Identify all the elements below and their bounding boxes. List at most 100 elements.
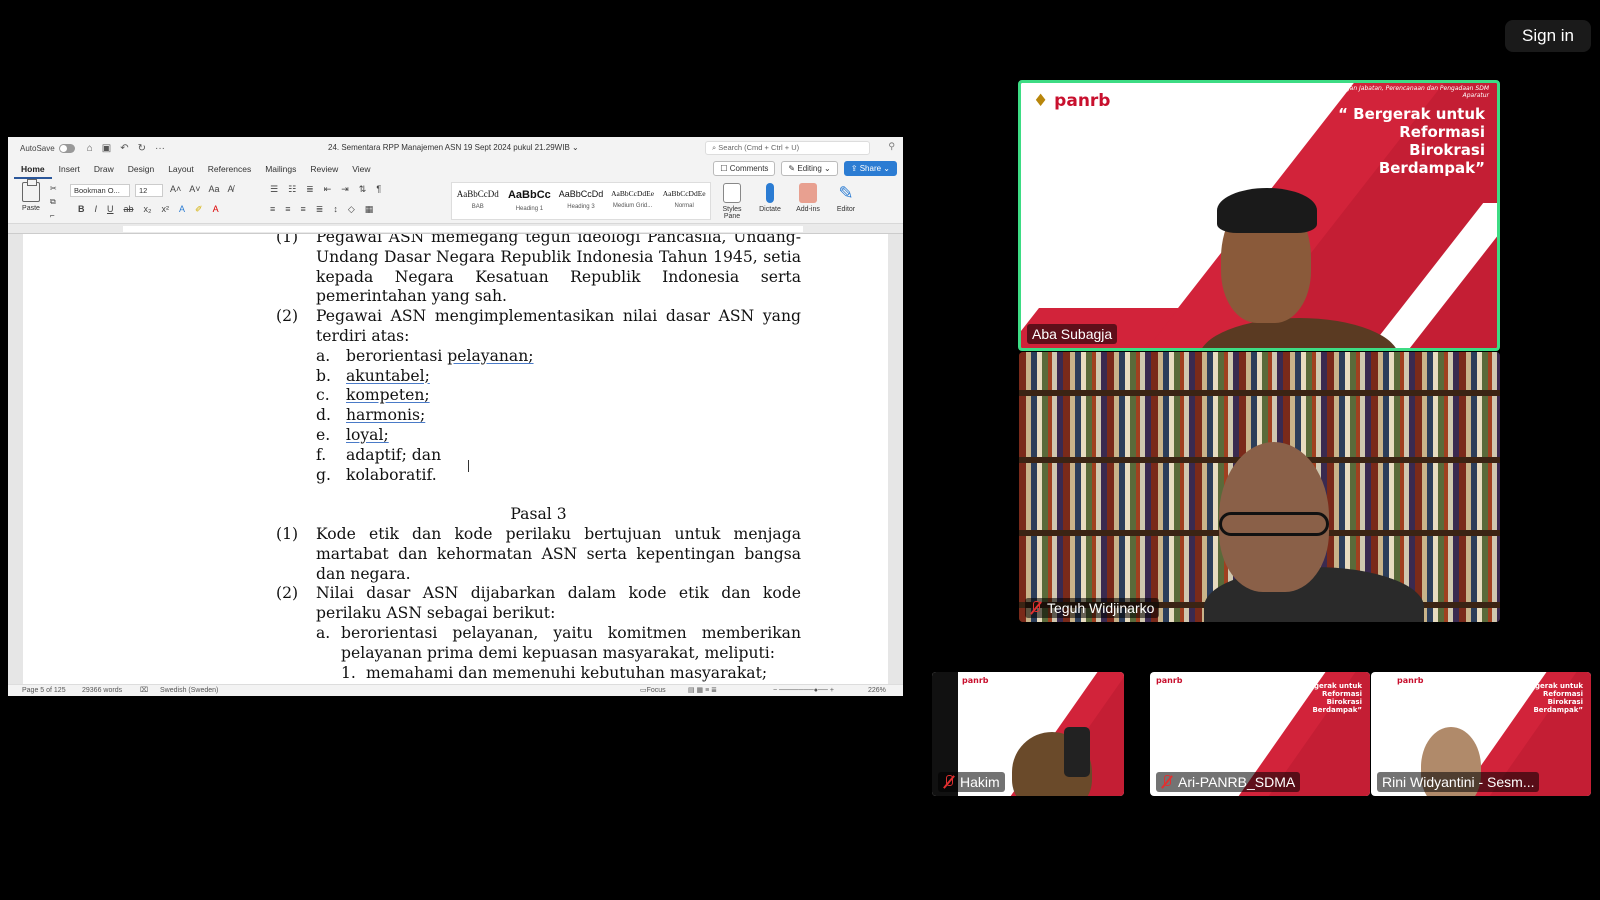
paragraph-number: (1) — [276, 524, 299, 543]
font-name-select[interactable]: Bookman O... — [70, 184, 130, 197]
grow-font-icon[interactable]: A˄ — [170, 184, 181, 194]
share-label: Share — [859, 164, 882, 173]
format-painter-icon[interactable]: ⌐ — [50, 211, 57, 220]
pilcrow-icon[interactable]: ¶ — [376, 184, 381, 195]
strikethrough-icon[interactable]: ab — [124, 204, 134, 215]
list-item: d. harmonis; — [316, 406, 801, 426]
tab-layout[interactable]: Layout — [161, 164, 201, 179]
clear-format-icon[interactable]: A̸ — [228, 184, 234, 194]
comments-button[interactable]: ☐ Comments — [713, 161, 776, 176]
tab-references[interactable]: References — [201, 164, 258, 179]
save-icon[interactable]: ▣ — [102, 143, 111, 154]
style-sample: AaBbCcDdEe — [611, 189, 655, 198]
focus-button[interactable]: ▭ Focus — [640, 685, 666, 696]
tab-draw[interactable]: Draw — [87, 164, 121, 179]
ruler[interactable] — [8, 224, 903, 234]
collaborate-icon[interactable]: ⚲ — [888, 141, 895, 152]
underline-icon[interactable]: U — [107, 204, 114, 215]
justify-icon[interactable]: ≣ — [316, 204, 324, 215]
redo-icon[interactable]: ↻ — [138, 143, 146, 154]
tab-insert[interactable]: Insert — [52, 164, 87, 179]
highlight-icon[interactable]: ✐ — [195, 204, 203, 215]
align-center-icon[interactable]: ≡ — [285, 204, 290, 215]
list-item: c. kompeten; — [316, 386, 801, 406]
status-bar: Page 5 of 125 29366 words ⌧ Swedish (Swe… — [8, 684, 903, 696]
home-icon[interactable]: ⌂ — [87, 143, 93, 154]
align-right-icon[interactable]: ≡ — [301, 204, 306, 215]
autosave-toggle[interactable]: AutoSave — [20, 143, 75, 153]
tab-design[interactable]: Design — [121, 164, 161, 179]
word-count[interactable]: 29366 words — [82, 685, 122, 696]
paste-button[interactable]: Paste — [18, 179, 44, 212]
video-tile-active-speaker[interactable]: ♦ panrb Asisten Deputi Perancangan Jabat… — [1018, 80, 1500, 351]
page-count[interactable]: Page 5 of 125 — [22, 685, 66, 696]
font-color-icon[interactable]: A — [213, 204, 219, 215]
tab-view[interactable]: View — [345, 164, 377, 179]
borders-icon[interactable]: ▦ — [365, 204, 374, 215]
editor-label: Editor — [836, 206, 856, 213]
dictate-button[interactable]: Dictate — [753, 183, 787, 213]
search-icon: ⌕ — [712, 143, 717, 152]
zoom-slider[interactable]: − ───────●── + — [773, 685, 834, 696]
list-text-underlined: pelayanan; — [447, 346, 534, 365]
document-text[interactable]: (1) Pegawai ASN memegang teguh ideologi … — [276, 234, 801, 683]
participant-name: Ari-PANRB_SDMA — [1178, 774, 1296, 790]
share-button[interactable]: ⇪ Share ⌄ — [843, 161, 897, 176]
slogan-line: “Bergerak untuk — [1516, 682, 1583, 690]
style-bab[interactable]: AaBbCcDd BAB — [452, 183, 504, 219]
view-buttons[interactable]: ▤ ▦ ≡ ≣ — [688, 685, 717, 696]
cut-icon[interactable]: ✂ — [50, 184, 57, 193]
bold-icon[interactable]: B — [78, 204, 85, 215]
video-tile-participant[interactable]: panrb “Bergerak untuk Reformasi Birokras… — [1371, 672, 1591, 796]
document-area[interactable]: (1) Pegawai ASN memegang teguh ideologi … — [8, 234, 903, 684]
addins-label: Add-ins — [796, 206, 820, 213]
styles-pane-button[interactable]: Styles Pane — [715, 183, 749, 220]
style-heading3[interactable]: AaBbCcDd Heading 3 — [555, 183, 607, 219]
search-box[interactable]: ⌕ Search (Cmd + Ctrl + U) — [705, 141, 870, 155]
video-tile-participant[interactable]: Teguh Widjinarko — [1019, 352, 1500, 622]
font-size-select[interactable]: 12 — [135, 184, 163, 197]
list-text: berorientasi pelayanan, yaitu komitmen m… — [341, 623, 801, 662]
proofing-icon[interactable]: ⌧ — [140, 685, 148, 696]
bullets-icon[interactable]: ☰ — [270, 184, 278, 195]
text-effects-icon[interactable]: A — [179, 204, 185, 215]
document-title[interactable]: 24. Sementara RPP Manajemen ASN 19 Sept … — [328, 137, 579, 159]
sign-in-button[interactable]: Sign in — [1505, 20, 1591, 52]
increase-indent-icon[interactable]: ⇥ — [341, 184, 349, 195]
multilevel-icon[interactable]: ≣ — [306, 184, 314, 195]
style-heading1[interactable]: AaBbCc Heading 1 — [504, 183, 556, 219]
styles-gallery[interactable]: AaBbCcDd BAB AaBbCc Heading 1 AaBbCcDd Head… — [451, 182, 711, 220]
editing-button[interactable]: ✎ Editing ⌄ — [781, 161, 838, 176]
shrink-font-icon[interactable]: A˅ — [189, 184, 200, 194]
video-tile-participant[interactable]: panrb Hakim — [932, 672, 1124, 796]
zoom-level[interactable]: 226% — [868, 685, 886, 696]
paragraph-body: Pegawai ASN memegang teguh ideologi Panc… — [316, 234, 801, 306]
tab-home[interactable]: Home — [14, 164, 52, 179]
slogan-line: “ Bergerak untuk — [1338, 105, 1485, 123]
subscript-icon[interactable]: x₂ — [144, 204, 152, 215]
dictate-label: Dictate — [759, 206, 781, 213]
undo-icon[interactable]: ↶ — [120, 143, 128, 154]
tab-review[interactable]: Review — [303, 164, 345, 179]
editor-button[interactable]: ✎ Editor — [829, 183, 863, 213]
style-medium-grid[interactable]: AaBbCcDdEe Medium Grid... — [607, 183, 659, 219]
copy-icon[interactable]: ⧉ — [50, 197, 57, 207]
shading-icon[interactable]: ◇ — [348, 204, 355, 215]
italic-icon[interactable]: I — [95, 204, 98, 215]
tab-mailings[interactable]: Mailings — [258, 164, 303, 179]
participant-hair — [1217, 188, 1317, 233]
doc-title-text: 24. Sementara RPP Manajemen ASN 19 Sept … — [328, 143, 570, 152]
addins-button[interactable]: Add-ins — [791, 183, 825, 213]
document-page[interactable]: (1) Pegawai ASN memegang teguh ideologi … — [23, 234, 888, 684]
style-normal[interactable]: AaBbCcDdEe Normal — [658, 183, 710, 219]
decrease-indent-icon[interactable]: ⇤ — [324, 184, 332, 195]
numbering-icon[interactable]: ☷ — [288, 184, 296, 195]
superscript-icon[interactable]: x² — [162, 204, 170, 215]
language-status[interactable]: Swedish (Sweden) — [160, 685, 218, 696]
video-tile-participant[interactable]: panrb “Bergerak untuk Reformasi Birokras… — [1150, 672, 1370, 796]
align-left-icon[interactable]: ≡ — [270, 204, 275, 215]
line-spacing-icon[interactable]: ↕ — [333, 204, 338, 215]
change-case-icon[interactable]: Aa — [209, 184, 220, 194]
more-icon[interactable]: ··· — [155, 143, 165, 154]
sort-icon[interactable]: ⇅ — [359, 184, 367, 195]
